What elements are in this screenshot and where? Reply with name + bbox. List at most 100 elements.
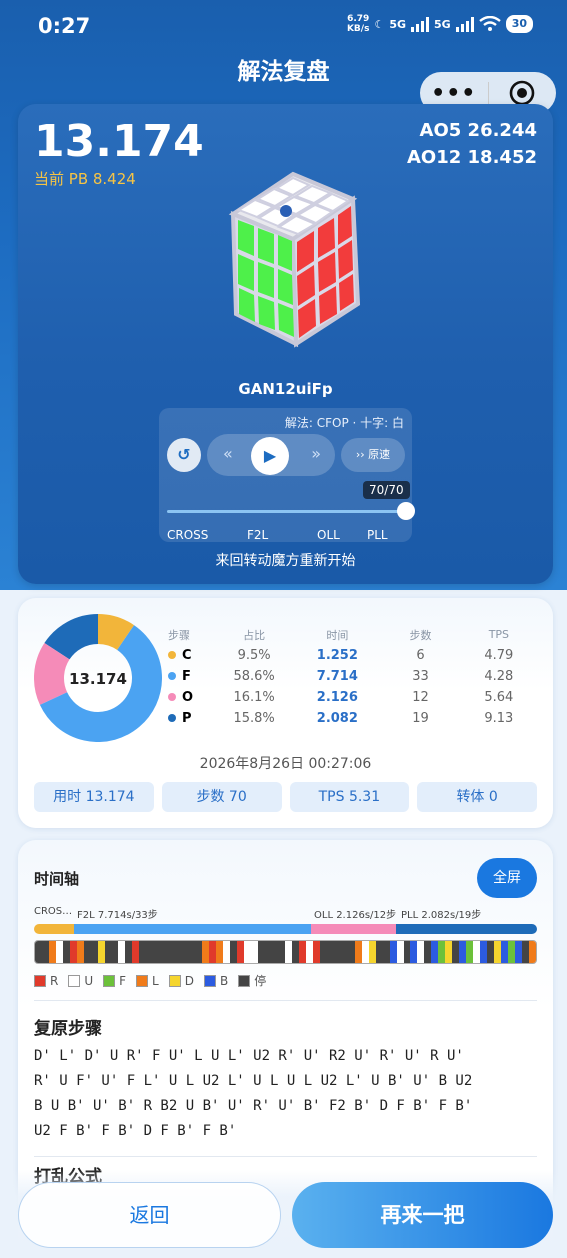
phase-dot	[168, 693, 176, 701]
wifi-icon	[478, 16, 501, 31]
stage-f2l: F2L	[247, 528, 269, 542]
col-pct: 占比	[243, 628, 266, 642]
moves-cell: 12	[412, 690, 429, 705]
move-cell	[35, 941, 42, 963]
chip-tps: TPS 5.31	[289, 782, 410, 812]
legend-b: B	[203, 974, 228, 988]
table-row: F 58.6% 7.714 33 4.28	[168, 666, 538, 687]
phase-seg-pll	[396, 924, 537, 934]
move-cell	[354, 941, 362, 963]
move-cell	[292, 941, 300, 963]
move-cell	[146, 941, 154, 963]
restart-hint: 来回转动魔方重新开始	[215, 553, 356, 569]
more-dots-icon[interactable]: •••	[420, 81, 488, 106]
move-cell	[299, 941, 307, 963]
divider	[34, 1156, 537, 1157]
phase-label-oll: OLL 2.126s/12步	[314, 910, 397, 921]
fullscreen-button[interactable]: 全屏	[477, 858, 537, 898]
phase-seg-f2l	[74, 924, 311, 934]
phase-seg-oll	[310, 924, 397, 934]
phase-donut-chart: 13.174	[34, 614, 162, 742]
step-label: P	[182, 711, 192, 726]
move-color-strip	[34, 940, 537, 964]
moves-cell: 6	[416, 648, 425, 663]
method-label: 解法: CFOP · 十字: 白	[284, 416, 404, 430]
move-cell	[528, 941, 536, 963]
donut-slice-p	[44, 614, 99, 661]
move-cell	[62, 941, 70, 963]
move-cell	[222, 941, 230, 963]
move-cell	[480, 941, 487, 963]
col-moves: 步数	[409, 628, 432, 642]
move-cell	[473, 941, 480, 963]
phase-label-cross: CROS…	[34, 906, 73, 917]
move-cell	[285, 941, 293, 963]
move-cell	[229, 941, 237, 963]
move-cell	[264, 941, 272, 963]
col-time: 时间	[326, 628, 349, 642]
phase-seg-cross	[34, 924, 75, 934]
pct-cell: 58.6%	[233, 669, 275, 684]
move-cell	[41, 941, 49, 963]
sig2-label: 5G	[434, 17, 451, 31]
solution-title: 复原步骤	[34, 1019, 102, 1039]
solve-date: 2026年8月26日 00:27:06	[199, 756, 372, 772]
legend-u: U	[68, 974, 93, 988]
move-cell	[167, 941, 175, 963]
step-back-icon[interactable]: «	[223, 444, 233, 463]
donut-center-time: 13.174	[69, 670, 127, 688]
move-cell	[215, 941, 223, 963]
time-cell: 2.126	[316, 690, 358, 705]
moves-cell: 19	[412, 711, 429, 726]
move-cell	[320, 941, 328, 963]
move-cell	[257, 941, 265, 963]
progress-track[interactable]	[167, 510, 407, 513]
move-cell	[340, 941, 348, 963]
move-cell	[368, 941, 376, 963]
progress-thumb[interactable]	[397, 502, 415, 520]
pct-cell: 16.1%	[233, 690, 275, 705]
move-cell	[250, 941, 258, 963]
step-cell: F	[168, 669, 215, 684]
step-cell: C	[168, 648, 215, 663]
speed-button[interactable]: ›› 原速	[341, 438, 405, 472]
stage-oll: OLL	[317, 528, 340, 542]
move-cell	[445, 941, 453, 963]
tps-cell: 4.79	[484, 648, 514, 663]
signal-icon-2	[455, 16, 474, 32]
play-icon[interactable]: ▶	[251, 437, 289, 475]
device-name: GAN12uiFp	[238, 380, 333, 398]
move-cell	[417, 941, 425, 963]
legend-pause: 停	[238, 972, 266, 989]
move-cell	[194, 941, 202, 963]
target-circle-icon[interactable]	[489, 80, 557, 106]
table-row: C 9.5% 1.252 6 4.79	[168, 645, 538, 666]
move-cell	[431, 941, 439, 963]
table-row: P 15.8% 2.082 19 9.13	[168, 708, 538, 729]
step-forward-icon[interactable]: »	[311, 444, 321, 463]
tps-cell: 5.64	[484, 690, 514, 705]
move-cell	[396, 941, 404, 963]
move-cell	[389, 941, 397, 963]
step-label: C	[182, 648, 192, 663]
phase-bar	[34, 924, 537, 934]
restart-icon[interactable]: ↺	[167, 438, 201, 472]
pct-cell: 9.5%	[237, 648, 271, 663]
legend-r: R	[34, 974, 58, 988]
move-cell	[493, 941, 501, 963]
move-cell	[160, 941, 168, 963]
solve-summary-card: 13.174 当前 PB 8.424 AO5 26.244 AO12 18.45…	[18, 104, 553, 584]
time-cell: 1.252	[316, 648, 358, 663]
move-cell	[403, 941, 411, 963]
move-cell	[118, 941, 126, 963]
move-cell	[521, 941, 529, 963]
play-again-button[interactable]: 再来一把	[292, 1182, 553, 1248]
back-button[interactable]: 返回	[18, 1182, 281, 1248]
col-step: 步骤	[168, 628, 190, 642]
summary-chips: 用时 13.174 步数 70 TPS 5.31 转体 0	[34, 782, 537, 812]
cube-3d-model[interactable]	[178, 154, 408, 354]
tps-cell: 9.13	[484, 711, 514, 726]
move-cell	[104, 941, 112, 963]
move-cell	[187, 941, 195, 963]
move-cell	[69, 941, 77, 963]
